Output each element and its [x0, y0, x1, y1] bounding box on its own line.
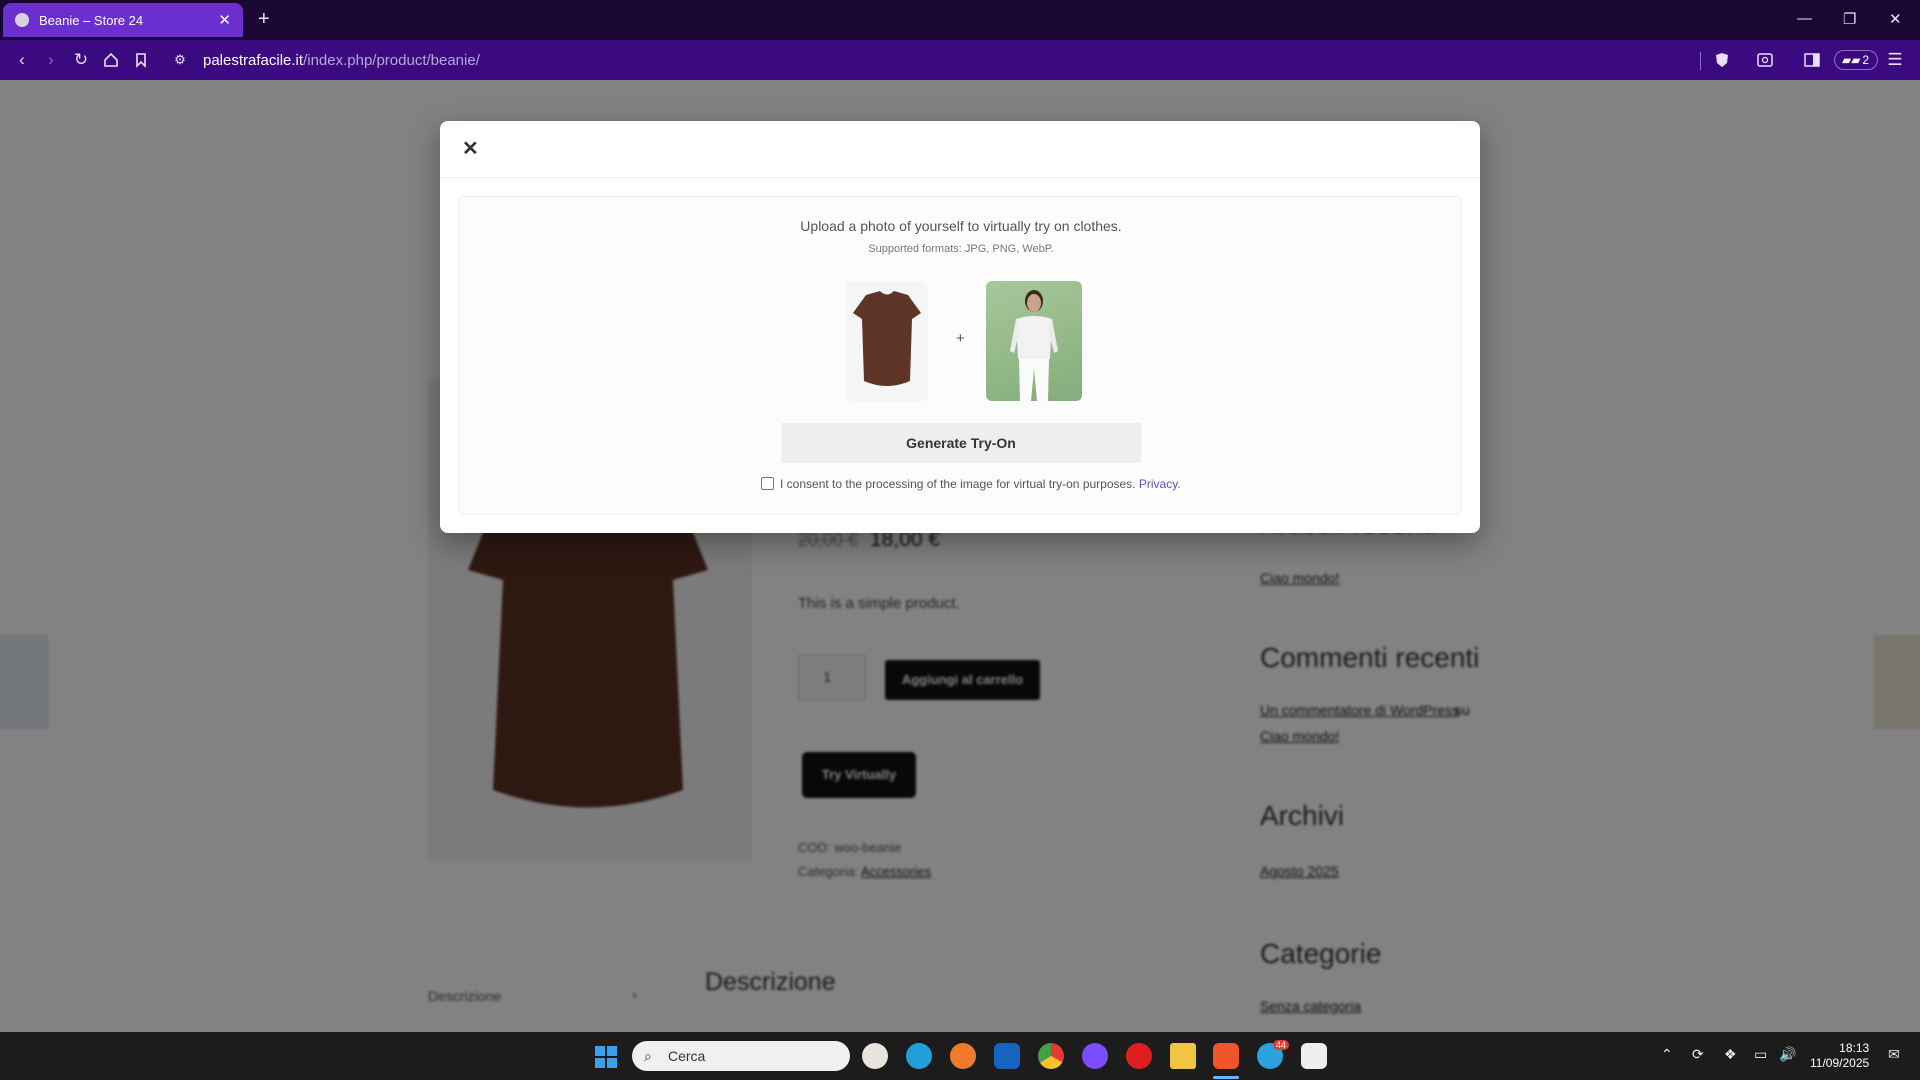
modal-close-icon[interactable]: ✕ — [462, 136, 479, 161]
rewards-count: 2 — [1862, 53, 1869, 67]
clock-date: 11/09/2025 — [1810, 1056, 1870, 1070]
try-on-modal: ✕ Upload a photo of yourself to virtuall… — [440, 121, 1480, 533]
modal-subtitle: Supported formats: JPG, PNG, WebP. — [868, 243, 1054, 255]
widgets-icon[interactable] — [862, 1043, 888, 1069]
edge-icon[interactable] — [906, 1043, 932, 1069]
user-photo-thumbnail[interactable] — [986, 281, 1082, 401]
brave-shields-icon[interactable] — [1711, 49, 1733, 71]
tor-browser-icon[interactable] — [1082, 1043, 1108, 1069]
site-settings-icon[interactable]: ⚙ — [169, 49, 191, 71]
notifications-icon[interactable]: ✉ — [1888, 1046, 1900, 1063]
tab-close-icon[interactable]: ✕ — [218, 11, 231, 29]
dropbox-icon[interactable]: ❖ — [1724, 1046, 1737, 1063]
tray-overflow-icon[interactable]: ⌃ — [1661, 1046, 1673, 1063]
consent-text: I consent to the processing of the image… — [780, 477, 1136, 491]
network-icon[interactable]: ▭ — [1754, 1046, 1767, 1063]
restore-icon[interactable]: ❐ — [1843, 10, 1856, 28]
url-path: /index.php/product/beanie/ — [303, 52, 480, 69]
consent-checkbox[interactable] — [761, 477, 774, 490]
file-explorer-icon[interactable] — [1170, 1043, 1196, 1069]
search-icon: ⌕ — [644, 1048, 652, 1064]
outlook-icon[interactable] — [994, 1043, 1020, 1069]
modal-title: Upload a photo of yourself to virtually … — [800, 218, 1122, 234]
clock-time: 18:13 — [1839, 1041, 1870, 1055]
consent-row: I consent to the processing of the image… — [761, 477, 1181, 491]
toolbar-divider — [1700, 52, 1701, 70]
sync-icon[interactable]: ⟳ — [1692, 1046, 1704, 1063]
minimize-icon[interactable]: — — [1797, 10, 1812, 27]
active-app-indicator — [1213, 1076, 1239, 1079]
windows-start-icon[interactable] — [594, 1045, 618, 1069]
window-close-icon[interactable]: ✕ — [1889, 10, 1902, 28]
taskbar-search-input[interactable]: ⌕ Cerca — [632, 1041, 850, 1071]
browser-tab-bar: Beanie – Store 24 ✕ + — ❐ ✕ — [0, 0, 1920, 40]
wallet-icon: ▰▰ — [1842, 53, 1861, 67]
address-bar[interactable]: palestrafacile.it/index.php/product/bean… — [203, 52, 480, 69]
sidebar-toggle-icon[interactable] — [1801, 49, 1823, 71]
privacy-link[interactable]: Privacy. — [1139, 477, 1181, 491]
forward-icon[interactable]: › — [40, 49, 62, 71]
menu-icon[interactable]: ☰ — [1884, 49, 1906, 71]
volume-icon[interactable]: 🔊 — [1779, 1046, 1796, 1063]
search-tab-icon[interactable] — [1754, 49, 1776, 71]
browser-toolbar: ‹ › ↻ ⚙ palestrafacile.it/index.php/prod… — [0, 40, 1920, 80]
modal-header: ✕ — [440, 121, 1480, 178]
home-icon[interactable] — [100, 49, 122, 71]
telegram-badge: 44 — [1273, 1040, 1290, 1050]
reload-icon[interactable]: ↻ — [70, 49, 92, 71]
search-placeholder: Cerca — [668, 1048, 706, 1064]
back-icon[interactable]: ‹ — [11, 49, 33, 71]
modal-body: Upload a photo of yourself to virtually … — [458, 196, 1462, 515]
url-domain: palestrafacile.it — [203, 52, 304, 69]
globe-icon — [15, 13, 29, 27]
os-taskbar: ⌕ Cerca 44 ⌃ ⟳ ❖ ▭ 🔊 18:13 11/09/2025 ✉ — [0, 1032, 1920, 1080]
new-tab-icon[interactable]: + — [258, 8, 270, 31]
tab-title: Beanie – Store 24 — [39, 13, 144, 28]
opera-icon[interactable] — [1126, 1043, 1152, 1069]
wallet-button[interactable]: ▰▰ 2 — [1834, 50, 1878, 70]
brave-taskbar-icon[interactable] — [1213, 1043, 1239, 1069]
bookmark-icon[interactable] — [130, 49, 152, 71]
system-clock[interactable]: 18:13 11/09/2025 — [1810, 1041, 1869, 1071]
app-icon[interactable] — [1301, 1043, 1327, 1069]
plus-sign: + — [956, 330, 965, 347]
garment-thumbnail — [846, 281, 928, 401]
browser-tab-active[interactable]: Beanie – Store 24 ✕ — [3, 3, 243, 37]
firefox-icon[interactable] — [950, 1043, 976, 1069]
generate-try-on-button[interactable]: Generate Try-On — [781, 423, 1141, 463]
chrome-icon[interactable] — [1038, 1043, 1064, 1069]
